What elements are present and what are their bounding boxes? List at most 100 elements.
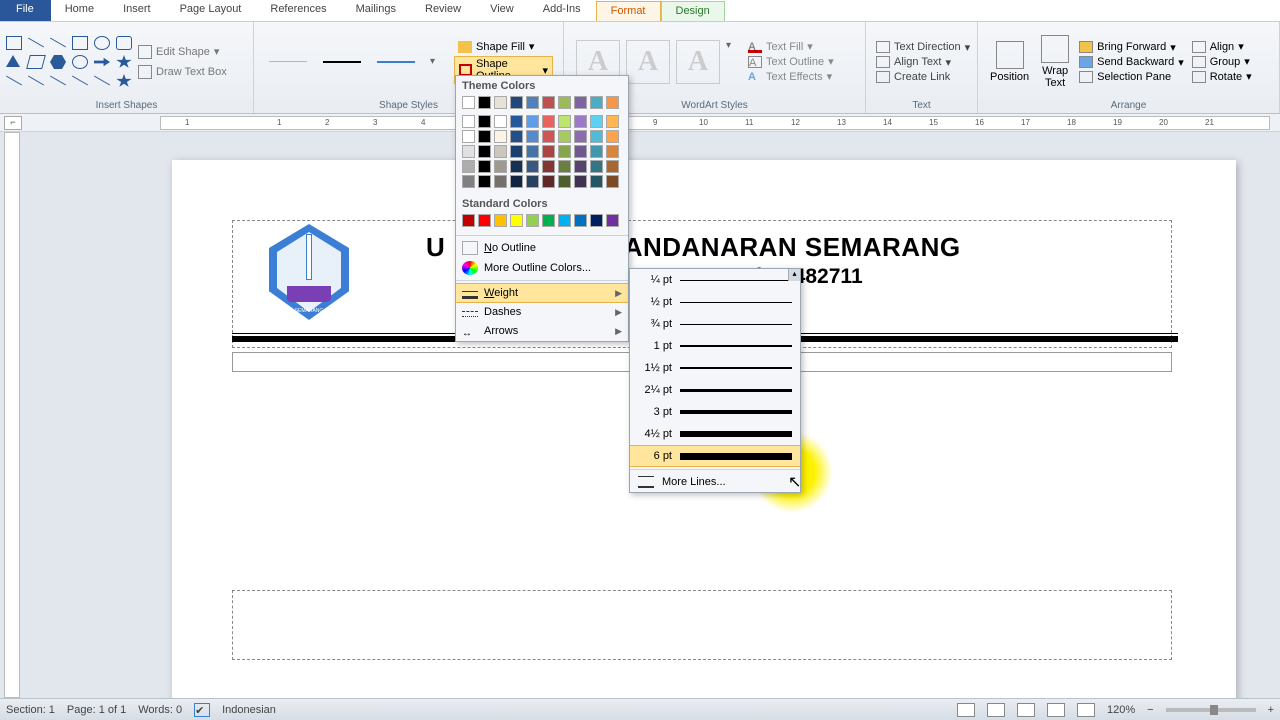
- status-zoom[interactable]: 120%: [1107, 704, 1135, 716]
- color-swatch[interactable]: [558, 214, 571, 227]
- wrap-text-button[interactable]: Wrap Text: [1035, 33, 1075, 91]
- zoom-out-button[interactable]: −: [1147, 704, 1153, 716]
- tab-file[interactable]: File: [0, 0, 51, 21]
- shape-blockarrow-icon[interactable]: [94, 55, 110, 69]
- color-swatch[interactable]: [494, 145, 507, 158]
- weight-option[interactable]: 4½ pt: [630, 423, 800, 445]
- color-swatch[interactable]: [542, 130, 555, 143]
- color-swatch[interactable]: [510, 115, 523, 128]
- wordart-preset-icon[interactable]: A: [626, 40, 670, 84]
- weight-option[interactable]: ½ pt: [630, 291, 800, 313]
- color-swatch[interactable]: [462, 115, 475, 128]
- horizontal-ruler[interactable]: ⌐ 1 1 2 3 4 5 9 10 11 12 13 14 15 16 17 …: [0, 114, 1280, 132]
- color-swatch[interactable]: [462, 96, 475, 109]
- tab-selector-icon[interactable]: ⌐: [4, 116, 22, 130]
- text-effects-button[interactable]: AText Effects ▾: [746, 70, 836, 83]
- color-swatch[interactable]: [606, 96, 619, 109]
- color-swatch[interactable]: [526, 130, 539, 143]
- tab-page-layout[interactable]: Page Layout: [166, 0, 257, 21]
- footer-frame[interactable]: [232, 590, 1172, 660]
- color-swatch[interactable]: [478, 130, 491, 143]
- shape-para-icon[interactable]: [26, 55, 46, 69]
- shape-curve-icon[interactable]: [6, 74, 22, 88]
- color-swatch[interactable]: [606, 145, 619, 158]
- color-swatch[interactable]: [462, 214, 475, 227]
- shape-freeform-icon[interactable]: [72, 74, 88, 88]
- more-outline-colors-item[interactable]: More Outline Colors...: [456, 258, 628, 278]
- status-section[interactable]: Section: 1: [6, 704, 55, 716]
- weight-option[interactable]: 1½ pt: [630, 357, 800, 379]
- edit-shape-button[interactable]: Edit Shape ▾: [136, 44, 229, 60]
- color-swatch[interactable]: [590, 175, 603, 188]
- weight-option[interactable]: 1 pt: [630, 335, 800, 357]
- color-swatch[interactable]: [462, 175, 475, 188]
- color-swatch[interactable]: [542, 214, 555, 227]
- color-swatch[interactable]: [558, 130, 571, 143]
- color-swatch[interactable]: [526, 96, 539, 109]
- color-swatch[interactable]: [542, 145, 555, 158]
- color-swatch[interactable]: [526, 160, 539, 173]
- color-swatch[interactable]: [478, 96, 491, 109]
- text-fill-button[interactable]: AText Fill ▾: [746, 40, 836, 53]
- send-backward-button[interactable]: Send Backward ▾: [1079, 56, 1184, 69]
- color-swatch[interactable]: [526, 214, 539, 227]
- color-swatch[interactable]: [574, 160, 587, 173]
- shape-oval-icon[interactable]: [94, 36, 110, 50]
- tab-view[interactable]: View: [476, 0, 529, 21]
- color-swatch[interactable]: [558, 145, 571, 158]
- tab-references[interactable]: References: [256, 0, 341, 21]
- shape-fill-button[interactable]: Shape Fill ▾: [454, 39, 553, 54]
- text-outline-button[interactable]: AText Outline ▾: [746, 55, 836, 68]
- draft-view-icon[interactable]: [1077, 703, 1095, 717]
- color-swatch[interactable]: [478, 214, 491, 227]
- color-swatch[interactable]: [558, 175, 571, 188]
- color-swatch[interactable]: [574, 115, 587, 128]
- status-words[interactable]: Words: 0: [138, 704, 182, 716]
- color-swatch[interactable]: [510, 96, 523, 109]
- draw-text-box-button[interactable]: Draw Text Box: [136, 64, 229, 80]
- color-swatch[interactable]: [510, 214, 523, 227]
- color-swatch[interactable]: [526, 115, 539, 128]
- shape-style-gallery[interactable]: ▾: [260, 56, 450, 67]
- color-swatch[interactable]: [510, 160, 523, 173]
- tab-format[interactable]: Format: [596, 1, 661, 21]
- shape-line-icon[interactable]: [28, 36, 44, 50]
- shape-elbow-icon[interactable]: [50, 74, 66, 88]
- dashes-item[interactable]: Dashes▶: [456, 303, 628, 321]
- tab-review[interactable]: Review: [411, 0, 476, 21]
- text-direction-button[interactable]: Text Direction ▾: [874, 41, 972, 54]
- shapes-gallery[interactable]: [6, 33, 134, 90]
- selection-pane-button[interactable]: Selection Pane: [1079, 71, 1184, 83]
- color-swatch[interactable]: [478, 160, 491, 173]
- color-swatch[interactable]: [574, 214, 587, 227]
- shape-star2-icon[interactable]: [116, 74, 132, 88]
- tab-home[interactable]: Home: [51, 0, 109, 21]
- color-swatch[interactable]: [510, 130, 523, 143]
- color-swatch[interactable]: [494, 115, 507, 128]
- color-swatch[interactable]: [574, 175, 587, 188]
- color-swatch[interactable]: [494, 96, 507, 109]
- rotate-button[interactable]: Rotate ▾: [1192, 70, 1252, 83]
- group-button[interactable]: Group ▾: [1192, 55, 1252, 68]
- color-swatch[interactable]: [478, 115, 491, 128]
- color-swatch[interactable]: [574, 96, 587, 109]
- tab-insert[interactable]: Insert: [109, 0, 166, 21]
- color-swatch[interactable]: [494, 214, 507, 227]
- shape-triangle-icon[interactable]: [6, 55, 20, 67]
- color-swatch[interactable]: [494, 160, 507, 173]
- create-link-button[interactable]: Create Link: [874, 71, 972, 83]
- shape-textbox-icon[interactable]: [6, 36, 22, 50]
- color-swatch[interactable]: [590, 96, 603, 109]
- status-language[interactable]: Indonesian: [222, 704, 276, 716]
- gallery-more-icon[interactable]: ▾: [726, 40, 738, 84]
- status-page[interactable]: Page: 1 of 1: [67, 704, 126, 716]
- flyout-scroll-up-icon[interactable]: ▴: [788, 269, 800, 281]
- weight-option[interactable]: ¾ pt: [630, 313, 800, 335]
- align-button[interactable]: Align ▾: [1192, 40, 1252, 53]
- weight-option[interactable]: 2¼ pt: [630, 379, 800, 401]
- color-swatch[interactable]: [590, 145, 603, 158]
- color-swatch[interactable]: [542, 115, 555, 128]
- weight-option[interactable]: ¼ pt: [630, 269, 800, 291]
- color-swatch[interactable]: [590, 130, 603, 143]
- weight-option[interactable]: 3 pt: [630, 401, 800, 423]
